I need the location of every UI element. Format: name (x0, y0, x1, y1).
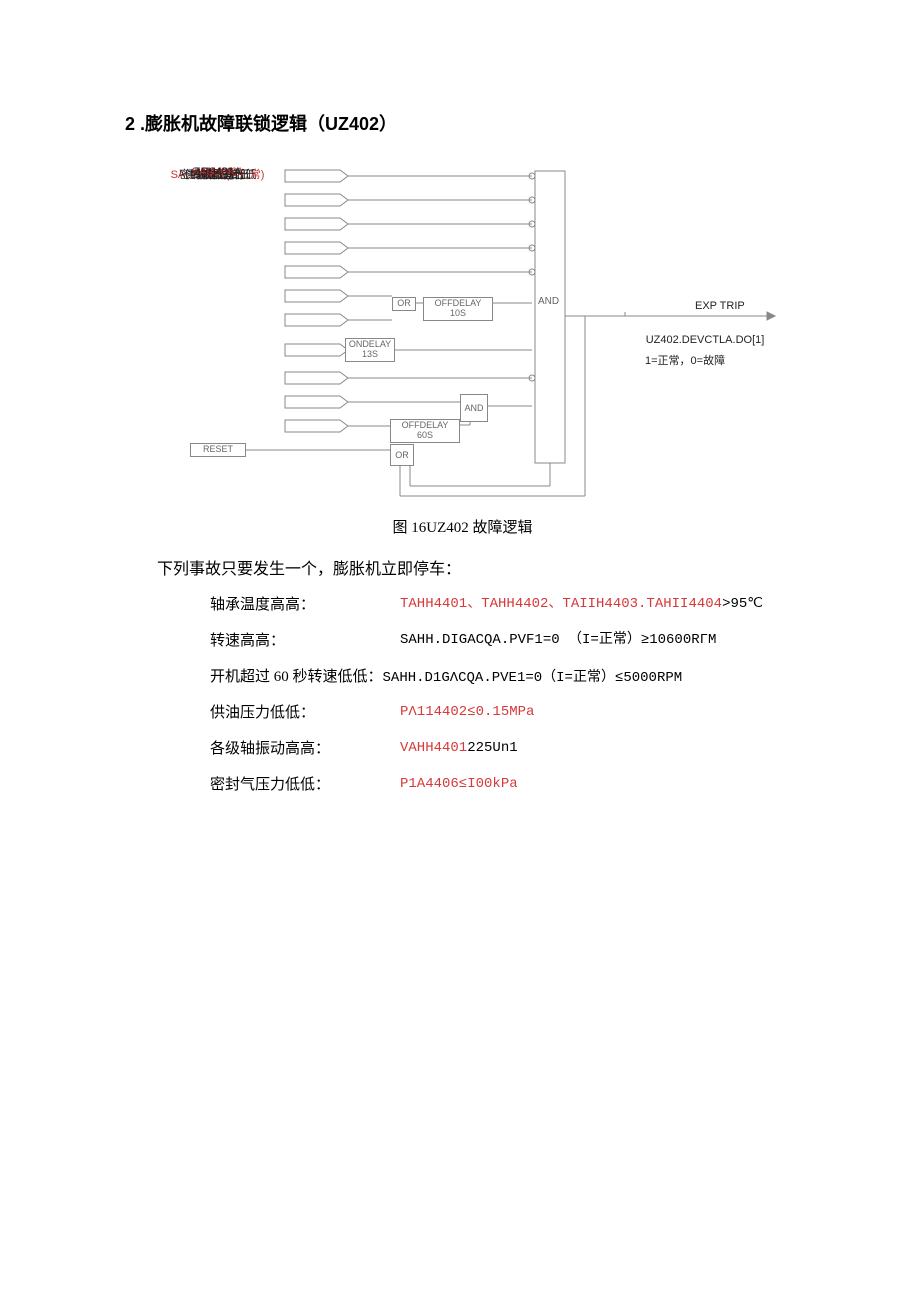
output-line1: UZ402.DEVCTLA.DO[1] (625, 334, 785, 346)
condition-value: SAHH.DIGACQA.PVF1=0 （I=正常）≥10600RΓM (400, 629, 800, 653)
offdelay-10s: OFFDELAY 10S (423, 297, 493, 321)
condition-row: 开机超过 60 秒转速低低：SAHH.D1GΛCQA.PVE1=0（I=正常）≤… (210, 665, 800, 689)
section-title: 2 .膨胀机故障联锁逻辑（UZ402） (125, 110, 800, 136)
input-label-10: ZSH401A (155, 166, 280, 178)
condition-label: 轴承温度高高： (210, 593, 400, 617)
ondelay-13s: ONDELAY 13S (345, 338, 395, 362)
condition-row: 供油压力低低：PΛ114402≤0.15MPa (210, 701, 800, 725)
condition-label: 密封气压力低低： (210, 773, 400, 797)
and-gate-main: AND (538, 296, 559, 307)
output-line2: 1=正常，0=故障 (645, 352, 725, 368)
condition-text: 开机超过 60 秒转速低低：SAHH.D1GΛCQA.PVE1=0（I=正常）≤… (210, 665, 682, 689)
or-gate-1: OR (392, 297, 416, 311)
condition-label: 转速高高： (210, 629, 400, 653)
diagram-container: 轴承温度 SAHH4401(I=正常) 供油压力低低 轴振动 密封气压力低低 P… (155, 166, 800, 506)
logic-diagram: 轴承温度 SAHH4401(I=正常) 供油压力低低 轴振动 密封气压力低低 P… (155, 166, 805, 506)
condition-row: 各级轴振动高高：VAHH4401225Un1 (210, 737, 800, 761)
condition-label: 供油压力低低： (210, 701, 400, 725)
reset-box: RESET (190, 443, 246, 457)
document-page: 2 .膨胀机故障联锁逻辑（UZ402） 轴承温度 SAHH4401(I=正常) (0, 0, 920, 849)
conditions-list: 轴承温度高高：TAHH4401、TAHH4402、TAIIH4403.TAHII… (210, 593, 800, 797)
output-top: EXP TRIP (695, 300, 745, 312)
intro-text: 下列事故只要发生一个，膨胀机立即停车： (157, 555, 800, 579)
condition-value: VAHH4401225Un1 (400, 737, 800, 761)
condition-row: 转速高高：SAHH.DIGACQA.PVF1=0 （I=正常）≥10600RΓM (210, 629, 800, 653)
condition-label: 各级轴振动高高： (210, 737, 400, 761)
condition-value: P1A4406≤I00kPa (400, 773, 800, 797)
condition-value: PΛ114402≤0.15MPa (400, 701, 800, 725)
condition-row: 轴承温度高高：TAHH4401、TAHH4402、TAIIH4403.TAHII… (210, 593, 800, 617)
figure-caption: 图 16UZ402 故障逻辑 (125, 516, 800, 537)
condition-row: 密封气压力低低：P1A4406≤I00kPa (210, 773, 800, 797)
and-gate-small: AND (460, 394, 488, 422)
or-gate-2: OR (390, 444, 414, 466)
condition-value: TAHH4401、TAHH4402、TAIIH4403.TAHII4404>95… (400, 593, 800, 617)
offdelay-60s: OFFDELAY 60S (390, 419, 460, 443)
